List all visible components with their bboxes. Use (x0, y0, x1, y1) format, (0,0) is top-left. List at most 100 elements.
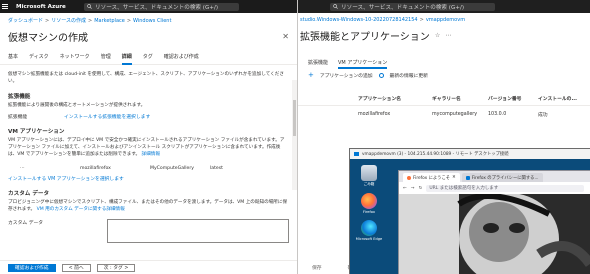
back-icon[interactable]: ← (403, 186, 407, 191)
vm-apps-table: アプリケーション名 ギャラリー名 バージョン番号 インストールの... mozi… (298, 92, 590, 122)
custom-data-textarea[interactable] (107, 219, 289, 243)
rdp-icon (354, 152, 359, 156)
breadcrumb: ダッシュボード > リソースの作成 > Marketplace > Windows Clie… (8, 18, 172, 24)
firefox-tab-icon (465, 175, 470, 180)
vm-app-gallery: MyComputeGallery (150, 166, 194, 171)
custom-data-learn-more-link[interactable]: VM 用のカスタム データに関する詳細情報 (37, 207, 125, 212)
next-button[interactable]: 次 : タグ > (96, 263, 136, 272)
close-tab-icon[interactable]: ✕ (452, 175, 456, 180)
tab-disks[interactable]: ディスク (29, 53, 49, 65)
breadcrumb-item[interactable]: Windows Client (133, 18, 171, 24)
pin-icon[interactable]: ☆ (435, 32, 440, 39)
tab-review-create[interactable]: 確認および作成 (164, 53, 199, 65)
save-button[interactable]: 保存 (312, 264, 322, 271)
vm-app-name: mozillafirefox (80, 166, 111, 171)
desktop-icon-label: Firefox (363, 210, 375, 214)
remote-desktop-window[interactable]: vmappdemovm (3) - 104.215.44.90:1089 - リ… (349, 148, 590, 274)
table-header: アプリケーション名 ギャラリー名 バージョン番号 インストールの... (298, 92, 590, 106)
firefox-tab[interactable]: Firefox のプライバシーに関する... (461, 173, 543, 182)
rdp-titlebar[interactable]: vmappdemovm (3) - 104.215.44.90:1089 - リ… (350, 149, 590, 159)
gallery-name-cell: mycomputegallery (432, 111, 478, 117)
page-title: 仮想マシンの作成 (8, 33, 88, 44)
desktop-icon-label: Microsoft Edge (355, 237, 383, 241)
install-status-cell: 成功 (538, 112, 548, 118)
brand-name[interactable]: Microsoft Azure (10, 4, 70, 10)
extensions-description: 拡張機能により展開後の構成とオートメーションが提供されます。 (8, 103, 146, 108)
firefox-shortcut[interactable]: Firefox (354, 193, 384, 214)
create-vm-pane: Microsoft Azure リソース、サービス、ドキュメントの検索 (G+/… (0, 0, 297, 274)
global-search-input[interactable]: リソース、サービス、ドキュメントの検索 (G+/) (84, 2, 239, 11)
firefox-icon (361, 193, 377, 209)
column-header: ギャラリー名 (432, 97, 461, 102)
intro-text: 仮想マシン拡張機能または cloud-init を使用して、構成、エージェント、… (8, 72, 284, 84)
extensions-label: 拡張機能 (8, 115, 28, 120)
recycle-bin-shortcut[interactable]: ごみ箱 (354, 165, 384, 187)
firefox-tab-icon (407, 175, 411, 180)
column-header: アプリケーション名 (358, 97, 402, 102)
learn-more-link[interactable]: 詳細情報 (142, 152, 160, 157)
edge-icon (361, 220, 377, 236)
breadcrumb-item[interactable]: studio.Windows-Windows-10-20220728142154 (300, 17, 418, 23)
column-header: インストールの... (538, 97, 577, 102)
previous-button[interactable]: < 前へ (61, 263, 91, 272)
forward-icon[interactable]: → (411, 186, 415, 191)
firefox-window[interactable]: Firefox にようこそ ✕ Firefox のプライバシーに関する... ←… (398, 170, 590, 274)
tab-management[interactable]: 管理 (101, 53, 111, 65)
tab-networking[interactable]: ネットワーク (60, 53, 90, 65)
refresh-icon (378, 72, 384, 78)
review-create-button[interactable]: 確認および作成 (8, 263, 56, 272)
breadcrumb-item[interactable]: Marketplace (94, 18, 125, 24)
page-title-row: 仮想マシンの作成 ✕ (0, 24, 297, 44)
welcome-photo (399, 194, 590, 274)
close-icon[interactable]: ✕ (282, 32, 289, 41)
search-placeholder: リソース、サービス、ドキュメントの検索 (G+/) (341, 4, 465, 11)
select-vm-apps-link[interactable]: インストールする VM アプリケーションを選択します (8, 175, 124, 182)
firefox-tab-title: Firefox のプライバシーに関する... (471, 175, 539, 181)
page-title-right: 拡張機能とアプリケーション (300, 32, 430, 43)
more-options-icon[interactable]: ⋯ (445, 32, 451, 39)
breadcrumb-item[interactable]: リソースの作成 (51, 18, 86, 24)
edge-shortcut[interactable]: Microsoft Edge (354, 220, 384, 241)
vm-app-version: latest (210, 166, 223, 171)
azure-topbar: Microsoft Azure リソース、サービス、ドキュメントの検索 (G+/… (0, 0, 297, 13)
reload-icon[interactable]: ↻ (419, 186, 423, 191)
extensions-tabs: 拡張機能 VM アプリケーション (298, 43, 590, 69)
search-placeholder: リソース、サービス、ドキュメントの検索 (G+/) (95, 4, 219, 11)
vm-apps-heading: VM アプリケーション (8, 129, 65, 135)
desktop-icon-label: ごみ箱 (363, 182, 375, 186)
select-extensions-link[interactable]: インストールする拡張機能を選択します (64, 113, 150, 120)
tab-extensions[interactable]: 拡張機能 (308, 59, 328, 69)
recycle-bin-icon (361, 165, 377, 181)
custom-data-description: プロビジョニング中に仮想マシンでスクリプト、構成ファイル、またはその他のデータを… (0, 197, 297, 213)
scrollbar-thumb[interactable] (293, 100, 296, 136)
vm-apps-description: VM アプリケーションには、デプロイ中に VM で安全かつ確実にインストールされ… (0, 135, 297, 158)
hamburger-menu-icon[interactable] (0, 0, 10, 13)
breadcrumb-item[interactable]: ダッシュボード (8, 18, 43, 24)
firefox-tabstrip: Firefox にようこそ ✕ Firefox のプライバシーに関する... (399, 171, 590, 182)
firefox-tab-title: Firefox にようこそ (413, 175, 451, 181)
url-placeholder: URL または検索語句を入力します (429, 186, 499, 191)
breadcrumb-item[interactable]: vmappdemovm (426, 17, 465, 23)
tab-advanced[interactable]: 詳細 (121, 53, 132, 65)
rdp-title: vmappdemovm (3) - 104.215.44.90:1089 - リ… (362, 152, 509, 157)
vm-app-row: ⋯ mozillafirefox MyComputeGallery latest (0, 158, 297, 171)
tab-basics[interactable]: 基本 (8, 53, 18, 65)
version-cell: 103.0.0 (488, 111, 507, 117)
tab-tags[interactable]: タグ (143, 53, 153, 65)
tab-vm-applications[interactable]: VM アプリケーション (338, 59, 388, 69)
table-row[interactable]: mozillafirefox mycomputegallery 103.0.0 … (298, 106, 590, 122)
custom-data-label: カスタム データ (8, 221, 44, 226)
plus-icon: + (308, 71, 314, 79)
custom-data-row: カスタム データ (0, 213, 297, 243)
firefox-welcome-image (399, 194, 590, 274)
firefox-tab[interactable]: Firefox にようこそ ✕ (403, 173, 460, 182)
firefox-url-bar[interactable]: URL または検索語句を入力します (426, 184, 584, 192)
refresh-button[interactable]: 最新の情報に更新 (390, 72, 428, 79)
desktop-icons: ごみ箱 Firefox Microsoft Edge (354, 165, 386, 247)
column-header: バージョン番号 (488, 97, 522, 102)
row-placeholder: ⋯ (20, 166, 25, 171)
add-application-button[interactable]: アプリケーションの追加 (320, 72, 373, 79)
app-name-cell: mozillafirefox (358, 111, 391, 117)
search-icon (87, 4, 92, 9)
global-search-input-right[interactable]: リソース、サービス、ドキュメントの検索 (G+/) (330, 2, 495, 11)
